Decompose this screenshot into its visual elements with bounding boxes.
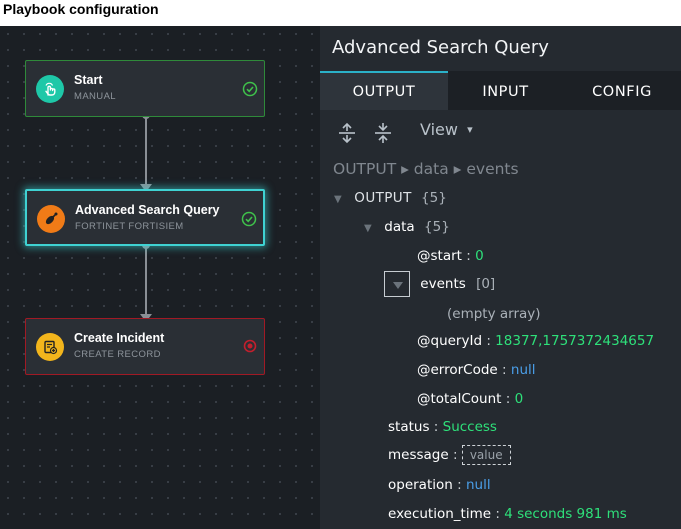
panel-tabs: OUTPUT INPUT CONFIG: [320, 71, 681, 110]
add-record-icon: [36, 333, 64, 361]
check-circle-icon: [241, 211, 257, 227]
step-details-panel: Advanced Search Query OUTPUT INPUT CONFI…: [320, 26, 681, 529]
view-label: View: [420, 120, 458, 139]
output-toolbar: View ▾: [320, 110, 681, 153]
check-circle-icon: [242, 81, 258, 97]
connector-query-to-incident: [140, 241, 152, 322]
view-dropdown[interactable]: View ▾: [420, 120, 473, 139]
playbook-node-create-incident[interactable]: Create Incident CREATE RECORD: [25, 318, 265, 375]
tree-field-errorcode[interactable]: @errorCode : null: [417, 362, 536, 378]
hand-pointer-icon: [36, 75, 64, 103]
satellite-dish-icon: [37, 205, 65, 233]
collapse-all-icon[interactable]: [372, 122, 394, 144]
tree-field-message[interactable]: message : value: [388, 445, 511, 465]
tree-field-operation[interactable]: operation : null: [388, 477, 491, 493]
error-circle-icon: [243, 339, 257, 353]
panel-title: Advanced Search Query: [332, 37, 549, 58]
node-subtitle: FORTINET FORTISIEM: [75, 221, 184, 232]
expand-all-icon[interactable]: [336, 122, 358, 144]
node-title: Create Incident: [74, 331, 165, 345]
connector-start-to-query: [140, 111, 152, 192]
playbook-canvas[interactable]: Start MANUAL Advanced Search Query FORTI…: [0, 26, 320, 529]
caret-down-icon[interactable]: [384, 271, 410, 297]
empty-array-label: (empty array): [447, 306, 541, 322]
tree-field-start[interactable]: @start : 0: [417, 248, 484, 264]
tree-node-data[interactable]: ▼ data {5}: [364, 219, 450, 235]
tree-field-status[interactable]: status : Success: [388, 419, 497, 435]
node-title: Advanced Search Query: [75, 203, 220, 217]
tab-config[interactable]: CONFIG: [563, 71, 681, 110]
tab-output[interactable]: OUTPUT: [320, 71, 448, 110]
tree-field-queryid[interactable]: @queryId : 18377,1757372434657: [417, 333, 654, 349]
tree-field-totalcount[interactable]: @totalCount : 0: [417, 391, 523, 407]
playbook-node-start[interactable]: Start MANUAL: [25, 60, 265, 117]
tab-input[interactable]: INPUT: [448, 71, 563, 110]
playbook-node-advanced-search-query[interactable]: Advanced Search Query FORTINET FORTISIEM: [25, 189, 265, 246]
output-breadcrumb[interactable]: OUTPUT ▸ data ▸ events: [333, 160, 519, 178]
node-subtitle: CREATE RECORD: [74, 349, 161, 360]
tree-node-events[interactable]: events [0]: [384, 271, 495, 297]
page-title: Playbook configuration: [3, 1, 159, 17]
value-input[interactable]: value: [461, 445, 511, 465]
caret-down-icon[interactable]: ▼: [334, 194, 350, 205]
caret-down-icon[interactable]: ▼: [364, 223, 380, 234]
tree-node-output[interactable]: ▼ OUTPUT {5}: [334, 190, 447, 206]
tree-field-execution-time[interactable]: execution_time : 4 seconds 981 ms: [388, 506, 627, 522]
node-title: Start: [74, 73, 103, 87]
node-subtitle: MANUAL: [74, 91, 116, 102]
chevron-down-icon: ▾: [467, 123, 473, 136]
